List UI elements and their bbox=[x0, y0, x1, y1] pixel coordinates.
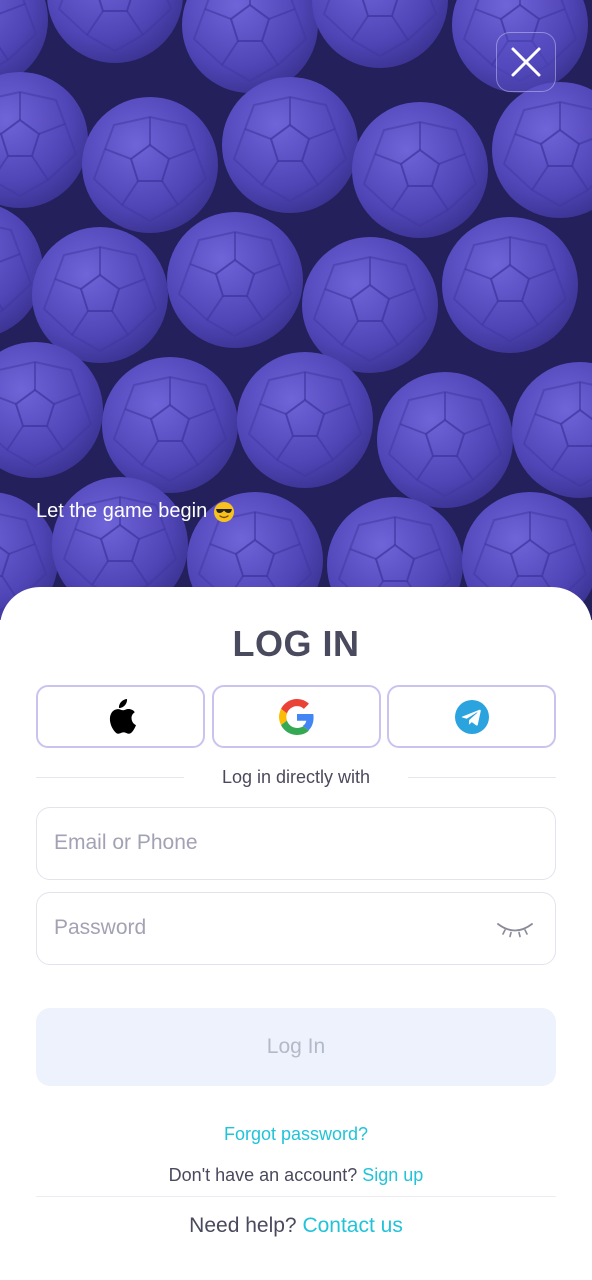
contact-us-link[interactable]: Contact us bbox=[302, 1214, 402, 1237]
login-sheet: LOG IN Log in directly with Email or Pho… bbox=[0, 587, 592, 1280]
password-field-container bbox=[36, 892, 556, 965]
divider: Log in directly with bbox=[36, 765, 556, 789]
hero-banner: Let the game begin bbox=[0, 0, 592, 620]
login-submit-button[interactable]: Log In bbox=[36, 1008, 556, 1086]
sunglasses-emoji-icon bbox=[213, 501, 235, 523]
google-icon bbox=[278, 698, 314, 735]
no-account-text: Don't have an account? bbox=[168, 1165, 358, 1185]
eye-closed-icon bbox=[497, 923, 533, 938]
soccer-ball-pattern bbox=[0, 0, 592, 620]
telegram-login-button[interactable] bbox=[387, 685, 556, 748]
bottom-divider bbox=[36, 1196, 556, 1197]
signup-row: Don't have an account? Sign up bbox=[0, 1165, 592, 1186]
apple-login-button[interactable] bbox=[36, 685, 205, 748]
close-icon bbox=[511, 47, 541, 77]
tagline: Let the game begin bbox=[36, 500, 235, 523]
help-text: Need help? bbox=[189, 1214, 297, 1237]
tagline-text: Let the game begin bbox=[36, 500, 208, 522]
password-visibility-toggle[interactable] bbox=[495, 917, 535, 941]
close-button[interactable] bbox=[496, 32, 556, 92]
email-field-container bbox=[36, 807, 556, 880]
google-login-button[interactable] bbox=[212, 685, 381, 748]
email-input[interactable] bbox=[54, 808, 474, 878]
divider-line-right bbox=[408, 777, 556, 778]
help-row: Need help? Contact us bbox=[0, 1214, 592, 1238]
telegram-icon bbox=[454, 699, 489, 734]
apple-icon bbox=[109, 698, 136, 734]
password-input[interactable] bbox=[54, 893, 474, 963]
signup-link[interactable]: Sign up bbox=[362, 1165, 423, 1185]
forgot-password-link[interactable]: Forgot password? bbox=[0, 1124, 592, 1145]
page-title: LOG IN bbox=[232, 623, 360, 664]
